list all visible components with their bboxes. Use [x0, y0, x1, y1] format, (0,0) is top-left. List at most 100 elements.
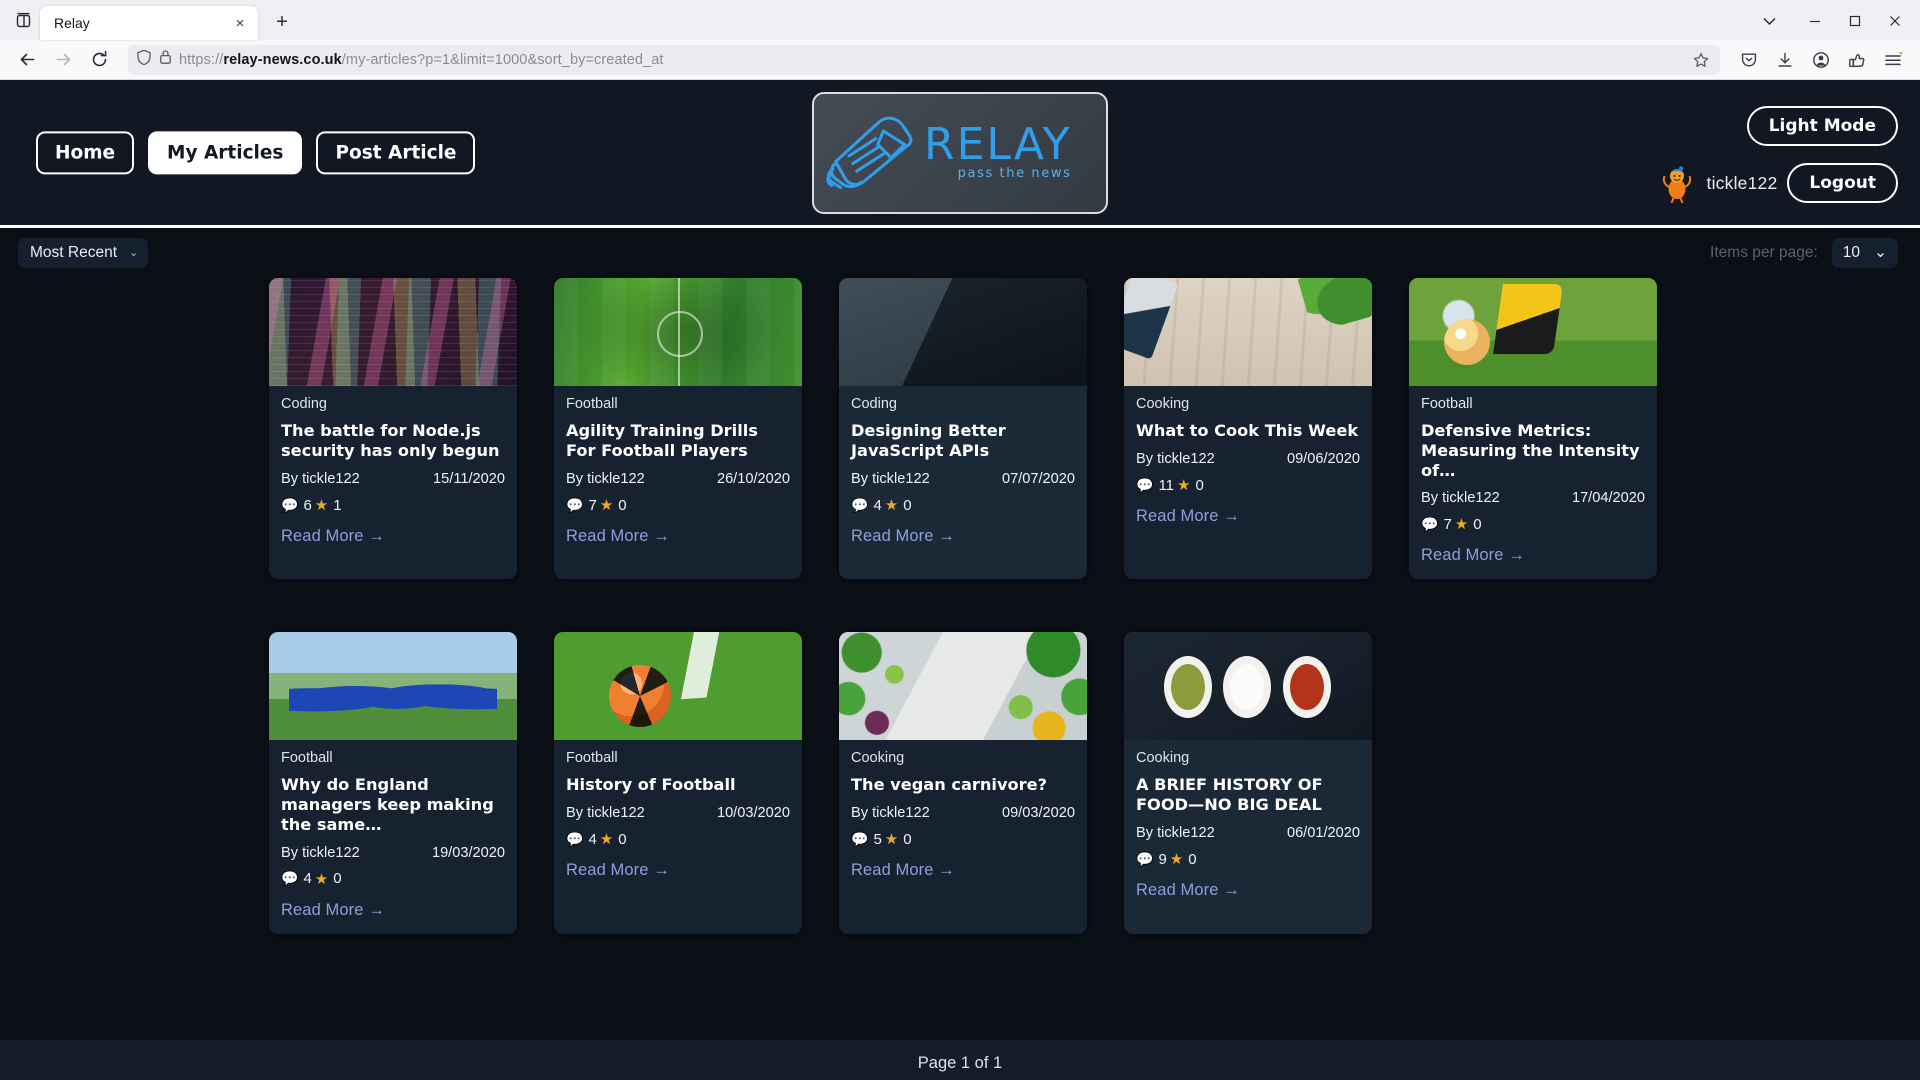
sort-by-value: Most Recent [30, 244, 118, 262]
article-thumbnail [1124, 632, 1372, 741]
article-card[interactable]: Cooking A BRIEF HISTORY OF FOOD—NO BIG D… [1124, 632, 1372, 934]
read-more-link[interactable]: Read More → [281, 527, 505, 546]
address-bar[interactable]: https://relay-news.co.uk/my-articles?p=1… [128, 44, 1720, 75]
read-more-link[interactable]: Read More → [281, 901, 505, 920]
sort-by-select[interactable]: Most Recent ⌄ [18, 238, 149, 268]
article-stats: 💬 5 ★ 0 [851, 830, 1075, 849]
article-stats: 💬 9 ★ 0 [1136, 850, 1360, 869]
article-stats: 💬 11 ★ 0 [1136, 476, 1360, 495]
list-all-tabs-icon[interactable] [1752, 6, 1786, 36]
vote-count: 1 [333, 496, 342, 514]
main-navigation: Home My Articles Post Article [36, 130, 476, 175]
pocket-save-icon[interactable] [1732, 44, 1766, 76]
items-per-page-group: Items per page: 10 ⌄ [1710, 238, 1898, 268]
article-card[interactable]: Coding Designing Better JavaScript APIs … [839, 278, 1087, 580]
article-card-body: Football Defensive Metrics: Measuring th… [1409, 386, 1657, 579]
newspaper-icon [826, 116, 913, 189]
article-title: Why do England managers keep making the … [281, 775, 494, 834]
article-card-body: Cooking A BRIEF HISTORY OF FOOD—NO BIG D… [1124, 740, 1372, 914]
app-menu-icon[interactable] [1876, 44, 1910, 76]
article-category: Cooking [1136, 750, 1190, 767]
page-indicator: Page 1 of 1 [917, 1054, 1003, 1072]
nav-home-button[interactable]: Home [36, 130, 135, 175]
star-icon: ★ [884, 497, 899, 514]
article-category: Football [1421, 396, 1473, 412]
article-meta: By tickle122 09/06/2020 [1136, 451, 1360, 467]
browser-tab[interactable]: Relay × [40, 6, 258, 40]
items-per-page-value: 10 [1842, 244, 1860, 262]
lock-icon [159, 49, 172, 70]
read-more-link[interactable]: Read More → [566, 861, 790, 880]
nav-my-articles-button[interactable]: My Articles [148, 130, 303, 175]
logo-wordmark: RELAY pass the news [924, 123, 1077, 181]
article-thumbnail [269, 278, 517, 386]
article-card[interactable]: Cooking The vegan carnivore? By tickle12… [839, 632, 1087, 934]
article-card[interactable]: Coding The battle for Node.js security h… [269, 278, 517, 580]
comment-icon: 💬 [1421, 515, 1439, 532]
close-tab-icon[interactable]: × [230, 13, 250, 33]
vote-count: 0 [903, 830, 912, 848]
back-icon[interactable] [10, 44, 44, 76]
account-icon[interactable] [1804, 44, 1838, 76]
bookmark-star-icon[interactable] [1690, 49, 1712, 71]
new-tab-button[interactable]: + [266, 6, 298, 38]
article-card[interactable]: Football Why do England managers keep ma… [269, 632, 517, 934]
article-meta: By tickle122 10/03/2020 [566, 805, 790, 821]
article-card[interactable]: Football History of Football By tickle12… [554, 632, 802, 934]
article-card-body: Cooking What to Cook This Week By tickle… [1124, 386, 1372, 540]
vote-count: 0 [1188, 850, 1197, 868]
read-more-link[interactable]: Read More → [1136, 507, 1360, 526]
comment-icon: 💬 [566, 830, 584, 847]
article-card[interactable]: Football Defensive Metrics: Measuring th… [1409, 278, 1657, 580]
extensions-icon[interactable] [1840, 44, 1874, 76]
article-author: By tickle122 [566, 805, 645, 822]
article-category: Football [566, 750, 618, 767]
read-more-link[interactable]: Read More → [566, 527, 790, 546]
reload-icon[interactable] [82, 44, 116, 76]
article-card-body: Football Agility Training Drills For Foo… [554, 386, 802, 560]
read-more-link[interactable]: Read More → [1421, 546, 1645, 565]
read-more-link[interactable]: Read More → [851, 527, 1075, 546]
nav-post-article-button[interactable]: Post Article [316, 130, 476, 175]
star-icon: ★ [314, 870, 329, 888]
article-stats: 💬 7 ★ 0 [566, 496, 790, 515]
vote-count: 0 [1473, 515, 1482, 533]
downloads-icon[interactable] [1768, 44, 1802, 76]
article-title: Designing Better JavaScript APIs [851, 421, 1006, 460]
article-card[interactable]: Cooking What to Cook This Week By tickle… [1124, 278, 1372, 580]
article-date: 09/03/2020 [1001, 805, 1075, 822]
article-card-body: Coding Designing Better JavaScript APIs … [839, 386, 1087, 560]
article-author: By tickle122 [851, 471, 930, 487]
star-icon: ★ [314, 497, 329, 514]
read-more-link[interactable]: Read More → [1136, 881, 1360, 900]
article-stats: 💬 7 ★ 0 [1421, 515, 1645, 534]
article-author: By tickle122 [1136, 825, 1215, 842]
comment-icon: 💬 [281, 870, 299, 887]
logout-button[interactable]: Logout [1787, 163, 1898, 203]
vote-count: 0 [333, 870, 342, 888]
article-category: Football [281, 750, 333, 767]
maximize-button[interactable] [1836, 6, 1874, 36]
articles-row-1: Coding The battle for Node.js security h… [18, 278, 1902, 580]
site-logo[interactable]: RELAY pass the news [812, 91, 1108, 214]
article-card[interactable]: Football Agility Training Drills For Foo… [554, 278, 802, 580]
article-stats: 💬 6 ★ 1 [281, 496, 505, 515]
minimize-button[interactable] [1796, 6, 1834, 36]
article-author: By tickle122 [851, 805, 930, 822]
tab-strip: Relay × + [0, 0, 1920, 40]
comment-icon: 💬 [851, 830, 869, 847]
article-title: A BRIEF HISTORY OF FOOD—NO BIG DEAL [1136, 775, 1323, 815]
items-per-page-select[interactable]: 10 ⌄ [1831, 238, 1898, 268]
chevron-down-icon: ⌄ [129, 246, 139, 259]
forward-icon[interactable] [46, 44, 80, 76]
article-stats: 💬 4 ★ 0 [281, 870, 505, 888]
article-title: Defensive Metrics: Measuring the Intensi… [1421, 421, 1640, 480]
comment-icon: 💬 [281, 496, 299, 513]
article-card-body: Coding The battle for Node.js security h… [269, 386, 517, 560]
sidebar-toggle-icon[interactable] [6, 3, 40, 37]
light-mode-toggle-button[interactable]: Light Mode [1746, 106, 1898, 146]
article-meta: By tickle122 19/03/2020 [281, 845, 505, 861]
article-title: History of Football [566, 775, 736, 795]
read-more-link[interactable]: Read More → [851, 861, 1075, 880]
close-window-button[interactable] [1876, 6, 1914, 36]
